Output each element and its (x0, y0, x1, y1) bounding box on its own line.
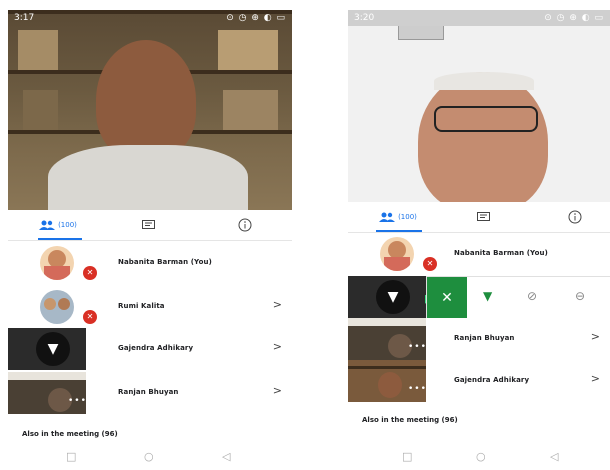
speaker-hair (434, 72, 534, 90)
phone-screen-right: 3:20 ⊙ ◷ ⊕ ◐ ▭ (100) ✕ Nabanita Barman (… (348, 0, 610, 470)
home-button[interactable]: ○ (144, 450, 154, 463)
info-icon (568, 210, 582, 224)
avatar (380, 237, 414, 271)
people-count: (100) (58, 221, 77, 229)
active-tab-indicator (376, 230, 422, 232)
speaker-glasses (434, 106, 538, 132)
tab-chat[interactable] (468, 202, 498, 232)
participant-thumbnail: ••• (8, 372, 86, 414)
chevron-right-icon[interactable]: > (591, 372, 600, 385)
info-icon (238, 218, 252, 232)
participant-row[interactable]: ▼ ▮▮▮ Gajendra Adhikary > (8, 328, 292, 372)
section-title: Also in the meeting (96) (362, 416, 458, 424)
avatar (40, 290, 74, 324)
back-button[interactable]: ◁ (550, 450, 558, 463)
section-title: Also in the meeting (96) (22, 430, 118, 438)
pin-icon: ▼ (36, 332, 70, 366)
pin-action-icon[interactable]: ▼ (483, 289, 492, 303)
participant-name: Nabanita Barman (You) (118, 258, 212, 266)
participant-row[interactable]: ✕ Nabanita Barman (You) (348, 233, 610, 277)
participant-thumbnail: ••• (348, 318, 426, 360)
status-icons: ⊙ ◷ ⊕ ◐ ▭ (544, 13, 604, 23)
mute-action-icon[interactable]: ⊘ (527, 289, 537, 303)
participant-row[interactable]: ••• Ranjan Bhuyan > (8, 372, 292, 416)
chevron-right-icon[interactable]: > (273, 340, 282, 353)
participant-row-selected[interactable]: ▼ ▮▮ (348, 276, 435, 320)
tab-people[interactable]: (100) (28, 210, 88, 240)
people-icon (39, 220, 56, 230)
speaker-video-left (8, 10, 292, 210)
status-bar: 3:17 ⊙ ◷ ⊕ ◐ ▭ (8, 10, 292, 26)
pin-icon: ▼ (376, 280, 410, 314)
phone-screen-left: 3:17 ⊙ ◷ ⊕ ◐ ▭ (100) ✕ Nabanita Barman (… (8, 0, 292, 470)
chevron-right-icon[interactable]: > (591, 330, 600, 343)
tab-info[interactable] (230, 210, 260, 240)
chevron-right-icon[interactable]: > (273, 298, 282, 311)
participant-row[interactable]: ••• Gajendra Adhikary > (348, 360, 610, 404)
participant-row[interactable]: ••• Ranjan Bhuyan > (348, 318, 610, 362)
system-nav-bar: □ ○ ◁ (348, 448, 610, 470)
participant-thumbnail: ▼ ▮▮▮ (8, 328, 86, 370)
participant-name: Gajendra Adhikary (454, 376, 530, 384)
recents-button[interactable]: □ (402, 450, 412, 463)
chevron-right-icon[interactable]: > (273, 384, 282, 397)
chat-icon (141, 219, 155, 229)
tab-bar: (100) (348, 202, 610, 233)
participant-name: Nabanita Barman (You) (454, 249, 548, 257)
tab-bar: (100) (8, 210, 292, 241)
speaker-face (418, 72, 548, 210)
status-bar: 3:20 ⊙ ◷ ⊕ ◐ ▭ (348, 10, 610, 26)
tab-chat[interactable] (133, 210, 163, 240)
avatar (40, 246, 74, 280)
participant-thumbnail: ••• (348, 360, 426, 402)
more-icon: ••• (408, 384, 426, 394)
close-icon[interactable]: ✕ (427, 277, 467, 319)
speaker-video-right (348, 10, 610, 210)
home-button[interactable]: ○ (476, 450, 486, 463)
participant-name: Gajendra Adhikary (118, 344, 194, 352)
mic-off-icon: ✕ (83, 266, 97, 280)
status-icons: ⊙ ◷ ⊕ ◐ ▭ (226, 13, 286, 23)
tab-info[interactable] (560, 202, 590, 232)
system-nav-bar: □ ○ ◁ (8, 448, 292, 470)
status-time: 3:20 (354, 13, 375, 23)
participant-row[interactable]: ✕ Rumi Kalita > (8, 286, 292, 330)
back-button[interactable]: ◁ (222, 450, 230, 463)
remove-action-icon[interactable]: ⊖ (575, 289, 585, 303)
speaker-face (96, 40, 196, 160)
people-count: (100) (398, 213, 417, 221)
recents-button[interactable]: □ (66, 450, 76, 463)
participant-name: Ranjan Bhuyan (118, 388, 179, 396)
participant-name: Ranjan Bhuyan (454, 334, 515, 342)
more-icon: ••• (408, 342, 426, 352)
status-time: 3:17 (14, 13, 35, 23)
active-tab-indicator (38, 238, 82, 240)
chat-icon (476, 211, 490, 221)
participant-row[interactable]: ✕ Nabanita Barman (You) (8, 242, 292, 286)
mic-off-icon: ✕ (423, 257, 437, 271)
people-icon (379, 212, 396, 222)
participant-action-bar: ✕ ▼ ⊘ ⊖ (426, 276, 610, 320)
more-icon: ••• (68, 396, 86, 406)
mic-off-icon: ✕ (83, 310, 97, 324)
participant-name: Rumi Kalita (118, 302, 165, 310)
speaker-shirt (48, 145, 248, 210)
tab-people[interactable]: (100) (368, 202, 428, 232)
